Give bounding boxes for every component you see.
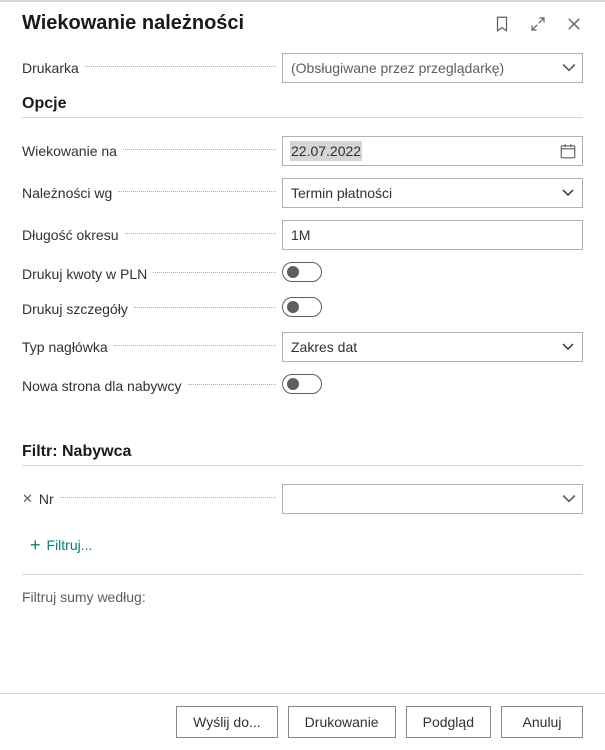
aging-on-label: Wiekowanie na bbox=[22, 143, 117, 159]
preview-button[interactable]: Podgląd bbox=[406, 706, 491, 738]
receivables-by-label: Należności wg bbox=[22, 185, 112, 201]
page-title: Wiekowanie należności bbox=[22, 12, 244, 35]
print-button[interactable]: Drukowanie bbox=[288, 706, 396, 738]
chevron-down-icon bbox=[562, 492, 576, 506]
totals-filter-label: Filtruj sumy według: bbox=[22, 574, 583, 605]
printer-lookup[interactable]: (Obsługiwane przez przeglądarkę) bbox=[282, 53, 583, 83]
send-to-button[interactable]: Wyślij do... bbox=[176, 706, 278, 738]
plus-icon: + bbox=[30, 536, 41, 554]
filter-nr-label: Nr bbox=[39, 491, 54, 507]
printer-value: (Obsługiwane przez przeglądarkę) bbox=[291, 60, 504, 76]
section-filter-title: Filtr: Nabywca bbox=[22, 443, 583, 466]
add-filter-label: Filtruj... bbox=[47, 537, 93, 553]
print-details-label: Drukuj szczegóły bbox=[22, 301, 128, 317]
header-type-select[interactable]: Zakres dat bbox=[282, 332, 583, 362]
period-length-label: Długość okresu bbox=[22, 227, 119, 243]
section-options-title: Opcje bbox=[22, 95, 583, 118]
remove-filter-icon[interactable]: ✕ bbox=[22, 491, 33, 507]
cancel-button[interactable]: Anuluj bbox=[501, 706, 583, 738]
aging-on-value: 22.07.2022 bbox=[290, 141, 362, 161]
header-type-label: Typ nagłówka bbox=[22, 339, 108, 355]
new-page-label: Nowa strona dla nabywcy bbox=[22, 378, 182, 394]
period-length-input[interactable] bbox=[282, 220, 583, 250]
print-details-toggle[interactable] bbox=[282, 297, 322, 317]
filter-nr-lookup[interactable] bbox=[282, 484, 583, 514]
close-icon[interactable] bbox=[565, 15, 583, 33]
new-page-toggle[interactable] bbox=[282, 374, 322, 394]
bookmark-icon[interactable] bbox=[493, 15, 511, 33]
print-pln-toggle[interactable] bbox=[282, 262, 322, 282]
calendar-icon[interactable] bbox=[559, 142, 577, 160]
receivables-by-select[interactable]: Termin płatności bbox=[282, 178, 583, 208]
chevron-down-icon bbox=[562, 61, 576, 75]
add-filter-button[interactable]: + Filtruj... bbox=[30, 536, 92, 554]
expand-icon[interactable] bbox=[529, 15, 547, 33]
print-pln-label: Drukuj kwoty w PLN bbox=[22, 266, 147, 282]
printer-label: Drukarka bbox=[22, 60, 79, 76]
